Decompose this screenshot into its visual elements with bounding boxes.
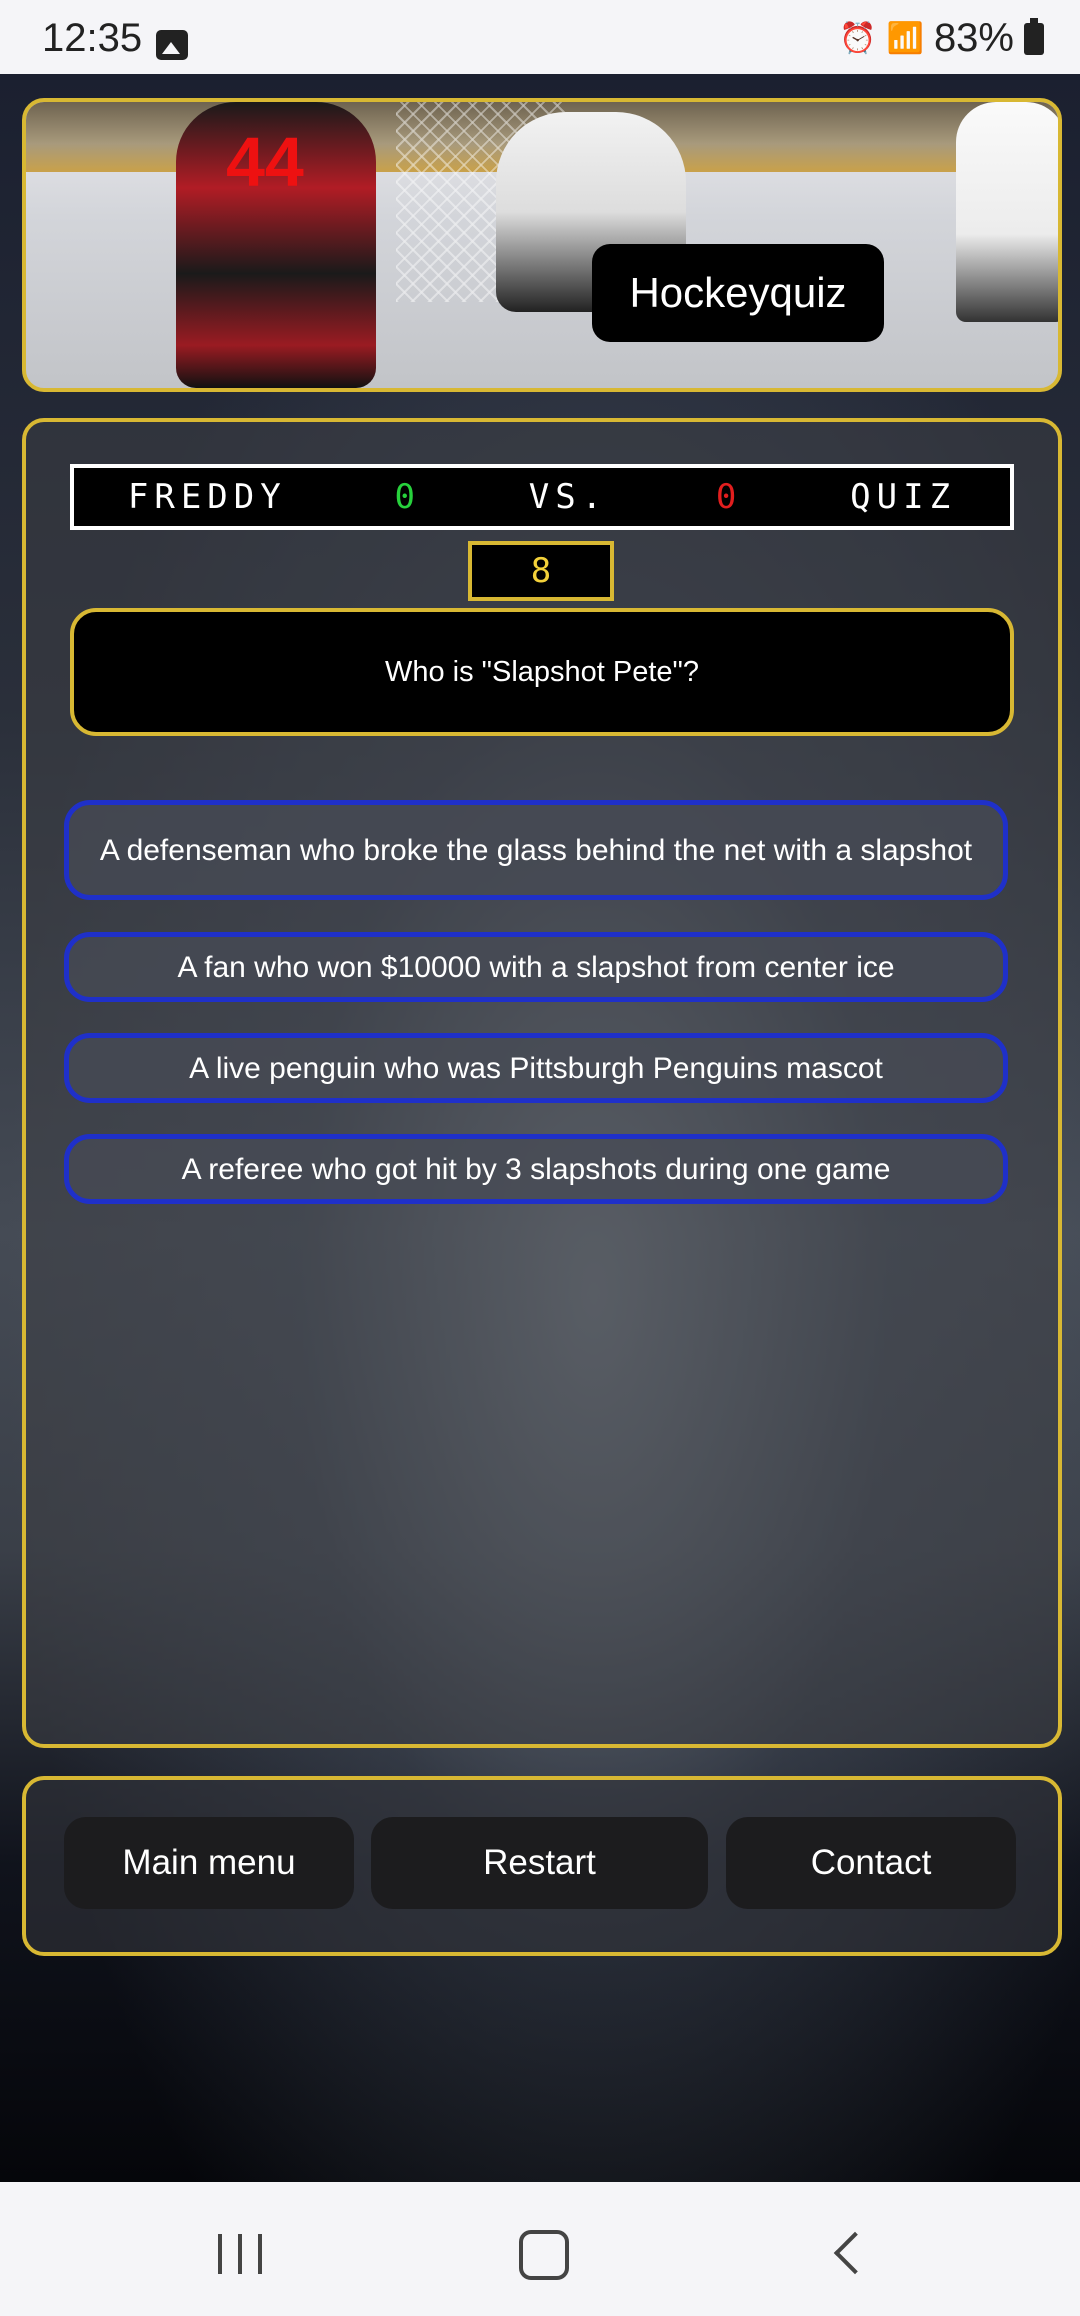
player-score: 0 (394, 477, 421, 517)
alarm-icon: ⏰ (839, 22, 877, 55)
status-bar: 12:35 ⏰ 📶 83% (0, 0, 1080, 74)
countdown-timer: 8 (468, 541, 614, 601)
vs-label: VS. (528, 477, 609, 517)
question-text: Who is "Slapshot Pete"? (70, 608, 1014, 736)
wifi-icon: 📶 (886, 22, 924, 55)
jersey-number: 44 (226, 123, 304, 201)
restart-button[interactable]: Restart (371, 1817, 708, 1909)
status-icons: ⏰ 📶 83% (839, 16, 1044, 61)
recents-icon[interactable] (218, 2234, 264, 2274)
home-icon[interactable] (519, 2230, 569, 2280)
answer-option-3[interactable]: A live penguin who was Pittsburgh Pengui… (64, 1033, 1008, 1103)
gallery-notification-icon (156, 30, 188, 60)
header-banner: 44 (22, 98, 1062, 392)
answer-option-2[interactable]: A fan who won $10000 with a slapshot fro… (64, 932, 1008, 1002)
app-title: Hockeyquiz (592, 244, 884, 342)
answer-option-1[interactable]: A defenseman who broke the glass behind … (64, 800, 1008, 900)
skater-white-jersey (956, 102, 1058, 322)
clock: 12:35 (42, 16, 143, 60)
contact-button[interactable]: Contact (726, 1817, 1016, 1909)
battery-percent: 83% (933, 16, 1014, 60)
scoreboard: FREDDY 0 VS. 0 QUIZ (70, 464, 1014, 530)
quiz-name: QUIZ (850, 477, 957, 517)
player-name: FREDDY (127, 477, 287, 517)
battery-icon (1024, 17, 1044, 55)
answer-option-4[interactable]: A referee who got hit by 3 slapshots dur… (64, 1134, 1008, 1204)
main-menu-button[interactable]: Main menu (64, 1817, 354, 1909)
quiz-score: 0 (715, 477, 743, 517)
